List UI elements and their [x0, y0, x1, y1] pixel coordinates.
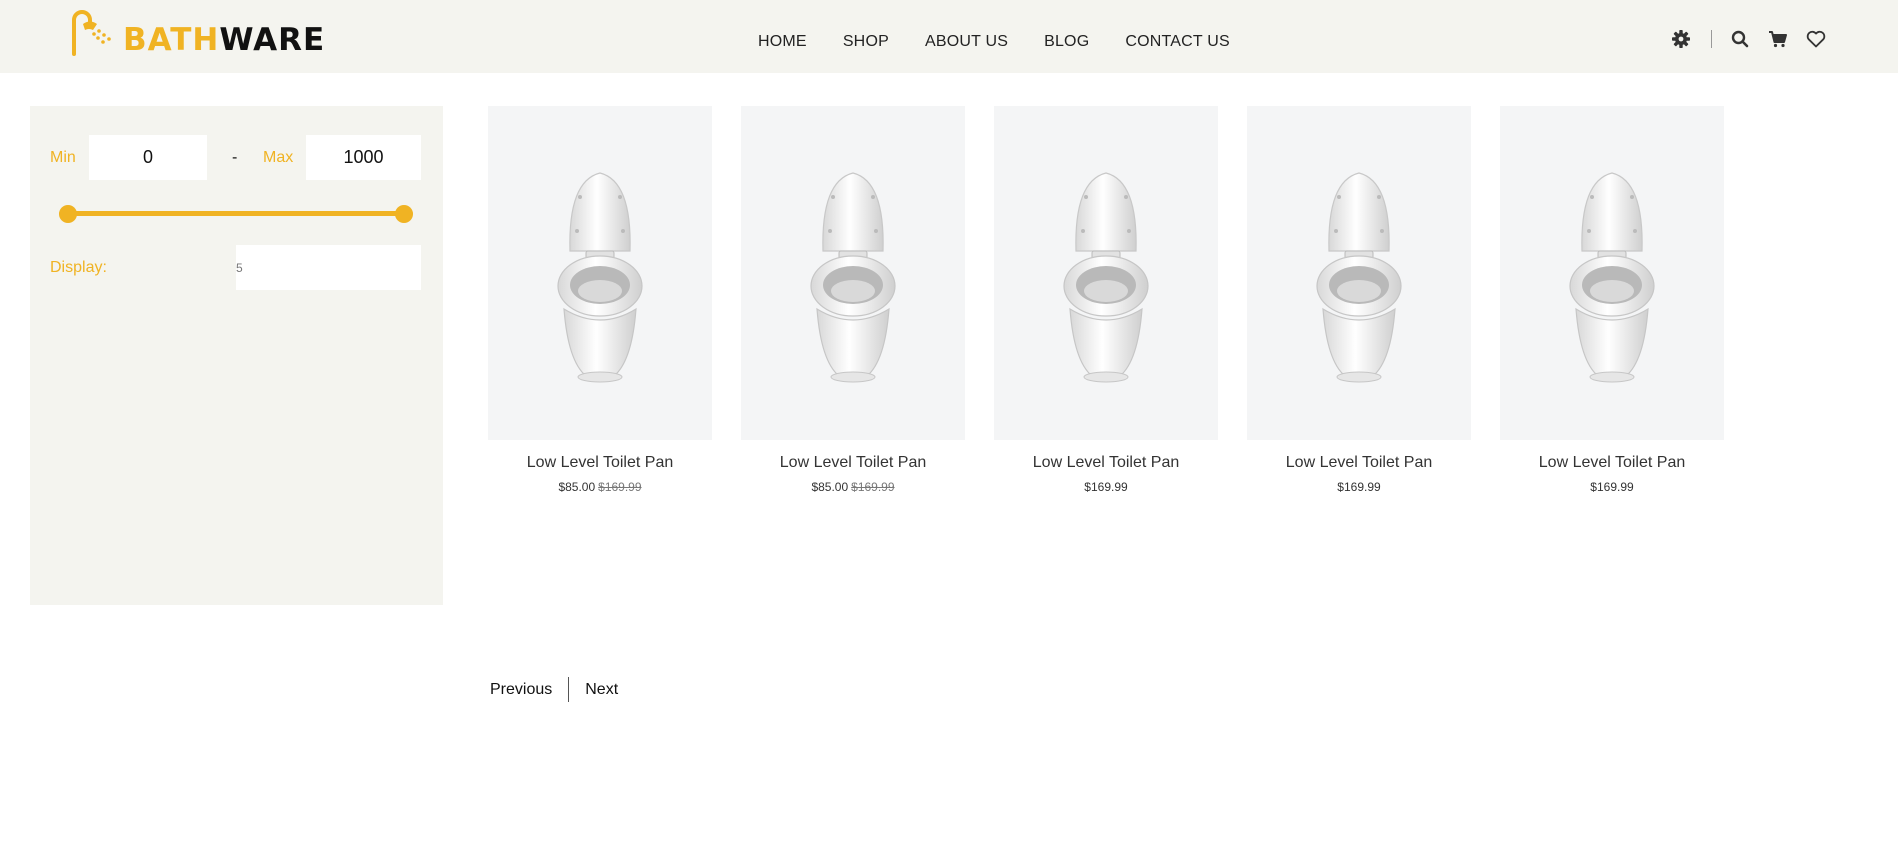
product-name[interactable]: Low Level Toilet Pan: [741, 454, 965, 472]
cart-icon[interactable]: [1767, 28, 1789, 50]
main-nav: HOME SHOP ABOUT US BLOG CONTACT US: [758, 32, 1230, 52]
product-card[interactable]: Low Level Toilet Pan $169.99: [1247, 106, 1471, 494]
product-image[interactable]: [488, 106, 712, 440]
display-label: Display:: [50, 259, 107, 276]
min-price-input[interactable]: [89, 135, 207, 180]
pagination-divider: [568, 677, 570, 702]
logo-text: BATHWARE: [123, 25, 325, 56]
product-price-row: $169.99: [1247, 480, 1471, 494]
price-filter-panel: Min - Max: [30, 106, 443, 605]
product-card[interactable]: Low Level Toilet Pan $169.99: [1500, 106, 1724, 494]
product-card[interactable]: Low Level Toilet Pan $85.00 $169.99: [741, 106, 965, 494]
product-price: $85.00: [811, 480, 849, 494]
product-image[interactable]: [1247, 106, 1471, 440]
min-label: Min: [50, 149, 76, 166]
product-card[interactable]: Low Level Toilet Pan $85.00 $169.99: [488, 106, 712, 494]
product-image[interactable]: [1500, 106, 1724, 440]
nav-blog[interactable]: BLOG: [1044, 32, 1089, 52]
product-name[interactable]: Low Level Toilet Pan: [488, 454, 712, 472]
product-old-price: $169.99: [851, 480, 895, 494]
product-price: $85.00: [558, 480, 596, 494]
product-price: $169.99: [1084, 480, 1128, 494]
site-header: BATHWARE HOME SHOP ABOUT US BLOG CONTACT…: [0, 0, 1898, 73]
min-range-handle[interactable]: [59, 204, 77, 223]
product-price-row: $169.99: [1500, 480, 1724, 494]
gear-icon[interactable]: [1670, 28, 1692, 50]
product-image[interactable]: [994, 106, 1218, 440]
logo[interactable]: BATHWARE: [69, 10, 325, 58]
logo-text-bath: BATH: [123, 22, 220, 58]
max-range-handle[interactable]: [395, 204, 413, 223]
product-name[interactable]: Low Level Toilet Pan: [1500, 454, 1724, 472]
range-dash: -: [232, 149, 238, 166]
product-price: $169.99: [1590, 480, 1634, 494]
product-name[interactable]: Low Level Toilet Pan: [994, 454, 1218, 472]
product-old-price: $169.99: [598, 480, 642, 494]
shower-icon: [69, 10, 121, 58]
display-count-input[interactable]: [236, 245, 421, 290]
product-card[interactable]: Low Level Toilet Pan $169.99: [994, 106, 1218, 494]
product-price-row: $85.00 $169.99: [741, 480, 965, 494]
header-icons: [1670, 28, 1827, 50]
nav-about-us[interactable]: ABOUT US: [925, 32, 1008, 52]
header-divider: [1711, 30, 1712, 48]
price-range-slider[interactable]: [59, 204, 413, 223]
max-label: Max: [263, 149, 294, 166]
product-price-row: $85.00 $169.99: [488, 480, 712, 494]
pagination: Previous Next: [490, 677, 618, 702]
previous-page-link[interactable]: Previous: [490, 681, 552, 699]
next-page-link[interactable]: Next: [585, 681, 618, 699]
product-name[interactable]: Low Level Toilet Pan: [1247, 454, 1471, 472]
nav-home[interactable]: HOME: [758, 32, 807, 52]
nav-contact-us[interactable]: CONTACT US: [1125, 32, 1230, 52]
product-price: $169.99: [1337, 480, 1381, 494]
logo-text-ware: WARE: [219, 22, 326, 58]
heart-icon[interactable]: [1805, 28, 1827, 50]
product-image[interactable]: [741, 106, 965, 440]
search-icon[interactable]: [1729, 28, 1751, 50]
max-price-input[interactable]: [306, 135, 421, 180]
nav-shop[interactable]: SHOP: [843, 32, 889, 52]
product-price-row: $169.99: [994, 480, 1218, 494]
